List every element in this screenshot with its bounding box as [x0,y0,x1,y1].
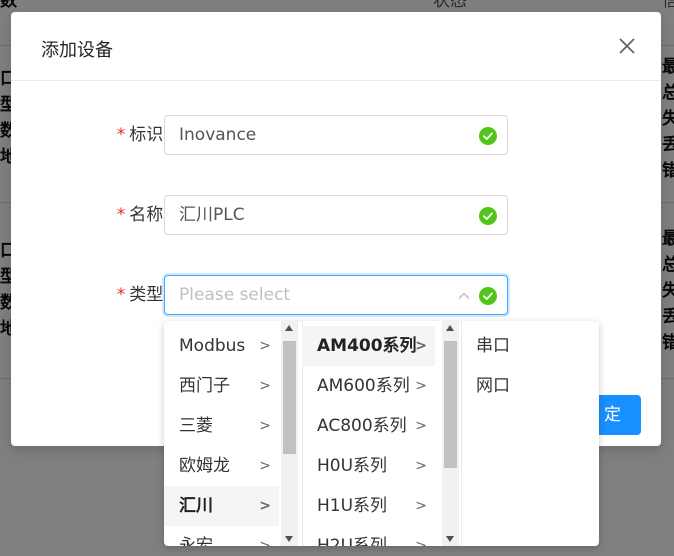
option-label: H0U系列 [317,456,388,476]
scroll-up-icon[interactable] [285,325,293,331]
option-label: AM400系列 [317,336,417,356]
cascader-option-active[interactable]: 汇川 > [164,486,279,526]
name-input[interactable]: 汇川PLC [164,195,508,235]
option-label: H2U系列 [317,536,388,546]
scroll-up-icon[interactable] [446,325,454,331]
cascader-option[interactable]: Modbus > [164,326,279,366]
type-select-placeholder: Please select [179,285,291,305]
option-label: 三菱 [179,416,213,436]
form-row-id: * 标识: Inovance [11,115,661,155]
scrollbar-thumb[interactable] [444,341,457,468]
chevron-right-icon: > [415,458,427,474]
option-label: AM600系列 [317,376,410,396]
field-label-name: * 名称: [117,195,169,235]
id-input-value: Inovance [179,125,257,145]
type-cascader-select[interactable]: Please select [164,275,508,315]
scrollbar-thumb[interactable] [283,341,296,454]
cascader-option[interactable]: 网口 [461,366,599,406]
cascader-option[interactable]: 串口 [461,326,599,366]
id-input[interactable]: Inovance [164,115,508,155]
close-button[interactable] [615,34,639,58]
cascader-option[interactable]: AM600系列 > [302,366,435,406]
cascader-option[interactable]: H2U系列 > [302,526,435,546]
chevron-right-icon: > [259,538,271,546]
close-icon [619,38,635,54]
modal-title: 添加设备 [41,40,113,61]
cascader-option[interactable]: AC800系列 > [302,406,435,446]
chevron-right-icon: > [259,378,271,394]
chevron-right-icon: > [415,378,427,394]
option-label: 串口 [476,336,510,356]
field-label-id: * 标识: [117,115,169,155]
option-label: 西门子 [179,376,230,396]
chevron-right-icon: > [259,498,271,514]
chevron-right-icon: > [415,538,427,546]
required-mark: * [116,285,126,305]
cascader-menu-level1[interactable]: Modbus > 西门子 > 三菱 > 欧姆龙 > 汇川 > 永宏 > [164,321,303,546]
scroll-down-icon[interactable] [285,536,293,542]
option-label: AC800系列 [317,416,407,436]
option-label: Modbus [179,336,246,356]
cascader-option[interactable]: H1U系列 > [302,486,435,526]
level1-scrollbar[interactable] [281,321,298,546]
cascader-menu-level3[interactable]: 串口 网口 [461,321,599,546]
level2-scrollbar[interactable] [442,321,459,546]
cascader-option[interactable]: 三菱 > [164,406,279,446]
required-mark: * [116,205,126,225]
check-circle-icon [479,287,497,305]
chevron-right-icon: > [415,338,427,354]
cascader-option[interactable]: 西门子 > [164,366,279,406]
option-label: 欧姆龙 [179,456,230,476]
chevron-up-icon [458,292,470,299]
form-row-type: * 类型: Please select [11,275,661,315]
option-label: 网口 [476,376,510,396]
check-circle-icon [479,127,497,145]
scroll-down-icon[interactable] [446,536,454,542]
form-row-name: * 名称: 汇川PLC [11,195,661,235]
chevron-right-icon: > [259,418,271,434]
option-label: H1U系列 [317,496,388,516]
type-cascader-dropdown: Modbus > 西门子 > 三菱 > 欧姆龙 > 汇川 > 永宏 > AM400系列 > A… [164,321,599,546]
chevron-right-icon: > [259,338,271,354]
cascader-option-active[interactable]: AM400系列 > [302,326,435,366]
option-label: 汇川 [179,496,213,516]
chevron-right-icon: > [415,418,427,434]
cascader-option[interactable]: H0U系列 > [302,446,435,486]
chevron-right-icon: > [415,498,427,514]
modal-header: 添加设备 [11,12,661,81]
cascader-option[interactable]: 欧姆龙 > [164,446,279,486]
cascader-option[interactable]: 永宏 > [164,526,279,546]
required-mark: * [116,125,126,145]
cascader-menu-level2[interactable]: AM400系列 > AM600系列 > AC800系列 > H0U系列 > H1U系列 >… [302,321,462,546]
name-input-value: 汇川PLC [179,205,245,225]
option-label: 永宏 [179,536,213,546]
field-label-type: * 类型: [117,275,169,315]
chevron-right-icon: > [259,458,271,474]
check-circle-icon [479,207,497,225]
